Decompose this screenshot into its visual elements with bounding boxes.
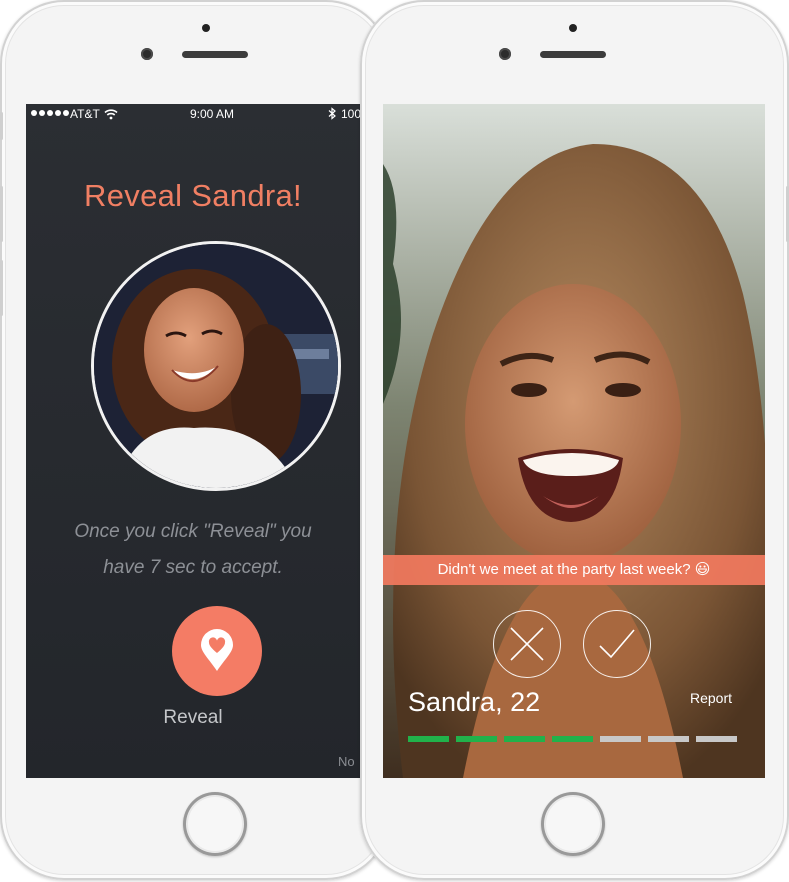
volume-up-button: [0, 186, 3, 242]
accept-button[interactable]: [583, 610, 651, 678]
location-heart-icon: [201, 629, 233, 671]
progress-segment: [696, 736, 737, 742]
carrier-name: AT&T: [70, 107, 100, 121]
status-time: 9:00 AM: [190, 107, 235, 121]
check-icon: [599, 629, 635, 659]
progress-segment: [408, 736, 449, 742]
close-icon: [510, 627, 544, 661]
reveal-title: Reveal Sandra!: [84, 178, 302, 213]
report-link[interactable]: Report: [690, 690, 732, 706]
mute-switch: [0, 112, 3, 140]
reveal-button[interactable]: [172, 606, 262, 696]
wifi-icon: [104, 109, 118, 120]
reveal-button-label[interactable]: Reveal: [26, 707, 360, 729]
profile-name-age: Sandra, 22: [408, 687, 541, 717]
front-camera: [141, 48, 153, 60]
signal-strength-icon: [31, 110, 69, 116]
hint-line-2: have 7 sec to accept.: [103, 557, 283, 578]
profile-photo: [383, 104, 765, 778]
earpiece-speaker: [540, 51, 606, 58]
progress-segment: [648, 736, 689, 742]
phone-right: Didn't we meet at the party last week? 😃…: [360, 0, 789, 880]
earpiece-speaker: [182, 51, 248, 58]
message-banner: Didn't we meet at the party last week? 😃: [383, 555, 765, 585]
profile-photo: [94, 244, 338, 488]
battery-level: 100: [341, 107, 360, 121]
volume-down-button: [0, 260, 3, 316]
profile-photo-circle: [91, 241, 341, 491]
hint-line-1: Once you click "Reveal" you: [74, 521, 312, 542]
progress-segment: [504, 736, 545, 742]
countdown-progress: [408, 736, 737, 742]
front-camera: [499, 48, 511, 60]
home-button: [183, 792, 247, 856]
progress-segment: [456, 736, 497, 742]
reject-button[interactable]: [493, 610, 561, 678]
cut-off-text: No: [338, 754, 355, 769]
progress-segment: [600, 736, 641, 742]
reveal-screen: AT&T 9:00 AM 100 Reveal Sandra! Once you…: [26, 104, 360, 778]
home-button: [541, 792, 605, 856]
proximity-sensor: [569, 24, 577, 32]
reveal-hint: Once you click "Reveal" you have 7 sec t…: [26, 514, 360, 586]
progress-segment: [552, 736, 593, 742]
profile-screen: Didn't we meet at the party last week? 😃…: [383, 104, 765, 778]
phone-left: AT&T 9:00 AM 100 Reveal Sandra! Once you…: [0, 0, 390, 880]
proximity-sensor: [202, 24, 210, 32]
status-bar: AT&T 9:00 AM 100: [26, 104, 360, 126]
bluetooth-icon: [328, 107, 336, 120]
